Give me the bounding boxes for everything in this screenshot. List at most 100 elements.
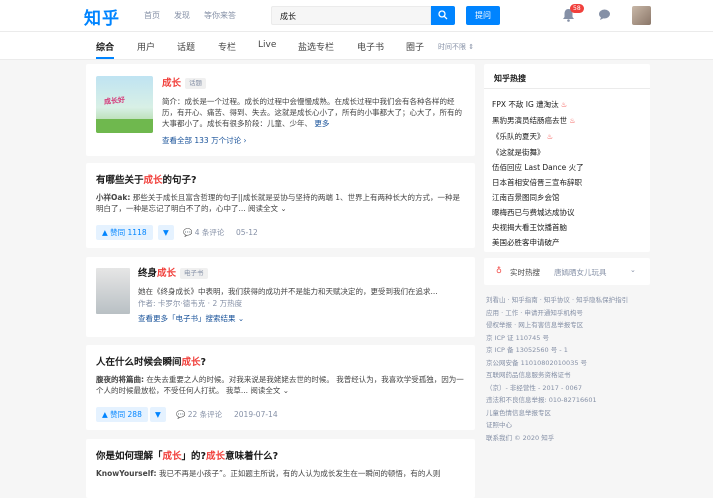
answer-excerpt[interactable]: 腹夜的将篇曲: 在失去重要之人的时候。对我来说是我姥姥去世的时候。 我曾经认为，… — [96, 374, 466, 396]
hot-search-item[interactable]: 《乐队的夏天》 ♨ — [492, 129, 584, 145]
book-cover[interactable] — [96, 268, 130, 314]
question-title[interactable]: 有哪些关于成长的句子? — [96, 175, 197, 187]
answer-date: 05-12 — [236, 228, 258, 237]
title-part: ? — [200, 357, 207, 368]
hot-search-text: 江南百景图同乡会馆 — [492, 193, 560, 202]
hot-search-item[interactable]: 曝梅西已与费城达成协议 — [492, 205, 584, 220]
comment-count: 22 条评论 — [187, 410, 223, 419]
grass — [96, 119, 153, 133]
tab-ebooks[interactable]: 电子书 — [357, 40, 384, 53]
hot-search-list: FPX 不敌 IG 遭淘汰 ♨ 黑豹男演员结肠癌去世 ♨ 《乐队的夏天》 ♨ 《这就是… — [492, 97, 584, 250]
topic-title[interactable]: 成长 话题 — [162, 78, 207, 90]
hot-search-item[interactable]: 日本首相安倍晋三宣布辞职 — [492, 175, 584, 190]
footer-line[interactable]: 违法和不良信息举报: 010-82716601 — [486, 394, 628, 407]
user-avatar[interactable] — [632, 6, 651, 25]
ebook-tag: 电子书 — [180, 268, 208, 279]
ask-button[interactable]: 提问 — [466, 6, 500, 25]
title-part: 人在什么时候会瞬间 — [96, 357, 182, 368]
answer-author[interactable]: 小祥Oak: — [96, 193, 130, 202]
tab-salt-columns[interactable]: 盐选专栏 — [298, 40, 334, 53]
tab-topics[interactable]: 话题 — [177, 40, 195, 53]
footer-line[interactable]: 儿童色情信息举报专区 — [486, 407, 628, 420]
answer-author[interactable]: KnowYourself: — [96, 469, 157, 478]
answer-excerpt[interactable]: 小祥Oak: 那些关于成长且富含哲理的句子||成长就是妥协与坚持的两端 1、世界… — [96, 192, 466, 214]
more-link[interactable]: 更多 — [314, 119, 329, 128]
footer-line[interactable]: 京 ICP 证 110745 号 — [486, 332, 628, 345]
question-title[interactable]: 你是如何理解「成长」的?成长意味着什么? — [96, 451, 278, 463]
message-icon[interactable] — [598, 9, 611, 21]
chevron-down-icon: ⌄ — [630, 266, 636, 274]
question-title[interactable]: 人在什么时候会瞬间成长? — [96, 357, 206, 369]
book-author: 作者: 卡罗尔·德韦克 · 2 万热度 — [138, 299, 243, 308]
title-part: 」的? — [181, 451, 207, 462]
downvote-button[interactable]: ▼ — [150, 407, 166, 422]
title-part: 意味着什么? — [225, 451, 279, 462]
upvote-button[interactable]: ▲ 赞同 288 — [96, 407, 148, 422]
book-excerpt: 她在《终身成长》中表明，我们获得的成功并不是能力和天赋决定的，更受到我们在追求.… — [138, 287, 438, 296]
comment-button[interactable]: 💬 4 条评论 — [183, 227, 224, 239]
title-highlight: 成长 — [143, 175, 163, 186]
fire-icon: ♨ — [544, 133, 554, 141]
tab-columns[interactable]: 专栏 — [218, 40, 236, 53]
hot-search-item[interactable]: 《这就是街舞》 — [492, 145, 584, 160]
intro-label: 简介： — [162, 97, 185, 106]
hot-search-item[interactable]: 央视揭大看王饮播首脑 — [492, 220, 584, 235]
tab-users[interactable]: 用户 — [137, 40, 155, 53]
downvote-button[interactable]: ▼ — [158, 225, 174, 240]
comment-count: 4 条评论 — [194, 228, 225, 237]
title-part: 的句子? — [162, 175, 197, 186]
upvote-button[interactable]: ▲ 赞同 1118 — [96, 225, 153, 240]
fire-icon: ♨ — [558, 101, 568, 109]
title-highlight: 成长 — [206, 451, 226, 462]
search-type-tabs: 综合 用户 话题 专栏 Live 盐选专栏 电子书 圈子 时间不限 ⇕ — [0, 32, 713, 60]
answer-card: 你是如何理解「成长」的?成长意味着什么? KnowYourself: 我已不再是… — [86, 439, 475, 498]
search-button[interactable] — [431, 6, 455, 25]
active-tab-indicator — [96, 57, 114, 59]
tab-live[interactable]: Live — [258, 40, 276, 50]
footer-line[interactable]: 京公网安备 11010802010035 号 — [486, 357, 628, 370]
hot-search-item[interactable]: 江南百景图同乡会馆 — [492, 190, 584, 205]
answer-excerpt[interactable]: KnowYourself: 我已不再是小孩子”。正如题主所说，有的人认为成长发生… — [96, 468, 466, 480]
hot-search-text: FPX 不敌 IG 遭淘汰 — [492, 100, 559, 109]
topic-result-card: 成长好 成长 话题 简介：成长是一个过程。成长的过程中会慢慢成熟。在成长过程中我们… — [86, 64, 475, 156]
hot-search-text: 美国必胜客申请破产 — [492, 238, 560, 247]
intro-text: 成长是一个过程。成长的过程中会慢慢成熟。在成长过程中我们会有各种各样的经历，有开… — [162, 97, 462, 128]
excerpt-text: 我已不再是小孩子”。正如题主所说，有的人认为成长发生在一瞬间的顿悟，有的人则 — [158, 469, 441, 478]
footer-line[interactable]: （京）- 非经营性 - 2017 - 0067 — [486, 382, 628, 395]
hot-search-item[interactable]: FPX 不敌 IG 遭淘汰 ♨ — [492, 97, 584, 113]
hot-search-title: 知乎热搜 — [494, 74, 526, 83]
answer-author[interactable]: 腹夜的将篇曲: — [96, 375, 144, 384]
hot-search-item[interactable]: 美国必胜客申请破产 — [492, 235, 584, 250]
hot-search-text: 央视揭大看王饮播首脑 — [492, 223, 567, 232]
more-ebooks-link[interactable]: 查看更多「电子书」搜索结果 ⌄ — [138, 313, 244, 325]
zhihu-logo[interactable]: 知乎 — [84, 4, 120, 29]
hot-search-text: 日本首相安倍晋三宣布辞职 — [492, 178, 582, 187]
topic-tag: 话题 — [185, 78, 207, 89]
view-all-link[interactable]: 查看全部 133 万个讨论 › — [162, 135, 246, 147]
title-part: 你是如何理解「 — [96, 451, 163, 462]
nav-discover[interactable]: 发现 — [174, 10, 190, 21]
nav-waiting[interactable]: 等你来答 — [204, 10, 236, 21]
hot-search-text: 《这就是街舞》 — [492, 148, 545, 157]
main-nav: 首页 发现 等你来答 — [144, 10, 236, 21]
footer-line[interactable]: 联系我们 © 2020 知乎 — [486, 432, 628, 445]
hot-search-item[interactable]: 伍佰回应 Last Dance 火了 — [492, 160, 584, 175]
tab-all[interactable]: 综合 — [96, 40, 114, 53]
comment-button[interactable]: 💬 22 条评论 — [176, 409, 222, 421]
time-filter[interactable]: 时间不限 ⇕ — [438, 42, 474, 52]
footer-line[interactable]: 证照中心 — [486, 419, 628, 432]
live-hot-search[interactable]: ♁ 实时热搜 唐嫣晒女儿玩具 ⌄ — [484, 258, 650, 285]
footer-line[interactable]: 互联网药品信息服务资格证书 — [486, 369, 628, 382]
hot-search-item[interactable]: 黑豹男演员结肠癌去世 ♨ — [492, 113, 584, 129]
footer-line[interactable]: 刘看山 · 知乎指南 · 知乎协议 · 知乎隐私保护指引 — [486, 294, 628, 307]
tab-circles[interactable]: 圈子 — [406, 40, 424, 53]
book-title[interactable]: 终身成长 电子书 — [138, 268, 208, 280]
footer-line[interactable]: 应用 · 工作 · 申请开通知乎机构号 — [486, 307, 628, 320]
footer-line[interactable]: 京 ICP 备 13052560 号 - 1 — [486, 344, 628, 357]
nav-home[interactable]: 首页 — [144, 10, 160, 21]
answer-card: 有哪些关于成长的句子? 小祥Oak: 那些关于成长且富含哲理的句子||成长就是妥… — [86, 163, 475, 248]
search-input[interactable]: 成长 — [271, 6, 431, 25]
footer-line[interactable]: 侵权举报 · 网上有害信息举报专区 — [486, 319, 628, 332]
topic-image[interactable]: 成长好 — [96, 76, 153, 133]
comment-icon: 💬 — [183, 228, 193, 237]
